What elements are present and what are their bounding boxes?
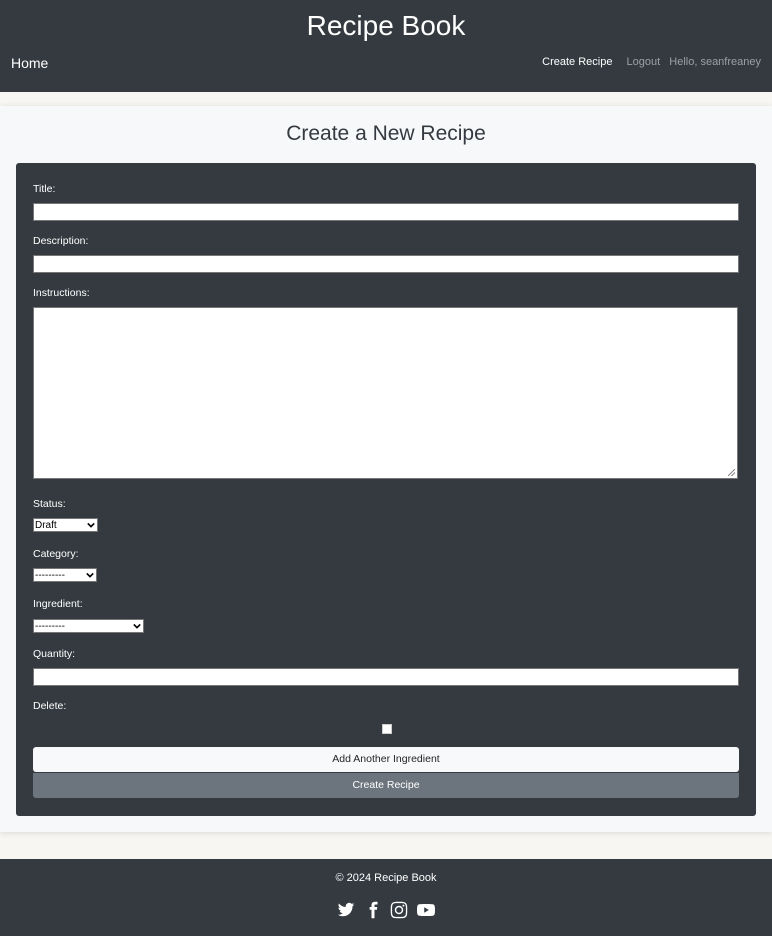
delete-label: Delete: (33, 700, 67, 712)
ingredient-select[interactable]: --------- (33, 619, 144, 633)
chevron-down-icon (86, 572, 94, 578)
ingredient-selected-value: --------- (35, 621, 65, 632)
instructions-label: Instructions: (33, 287, 90, 299)
description-label: Description: (33, 235, 89, 247)
status-label: Status: (33, 498, 66, 510)
chevron-down-icon (133, 623, 141, 629)
navbar: Recipe Book Home Create Recipe Logout He… (0, 0, 772, 92)
twitter-icon[interactable] (337, 901, 355, 919)
nav-logout-link[interactable]: Logout (627, 56, 661, 68)
page-title: Create a New Recipe (286, 122, 486, 145)
instagram-icon[interactable] (390, 901, 408, 919)
status-select[interactable]: Draft (33, 518, 98, 532)
delete-checkbox[interactable] (382, 724, 392, 734)
quantity-label: Quantity: (33, 648, 76, 660)
youtube-icon[interactable] (416, 901, 435, 919)
category-select[interactable]: --------- (33, 568, 97, 582)
site-brand[interactable]: Recipe Book (0, 10, 772, 42)
nav-create-recipe-link[interactable]: Create Recipe (542, 56, 612, 68)
nav-home-link[interactable]: Home (11, 55, 48, 71)
chevron-down-icon (87, 522, 95, 528)
site-footer: © 2024 Recipe Book (0, 859, 772, 936)
category-selected-value: --------- (35, 570, 65, 581)
title-input[interactable] (33, 203, 739, 221)
social-links (0, 901, 772, 919)
category-label: Category: (33, 548, 79, 560)
add-ingredient-button[interactable]: Add Another Ingredient (33, 747, 739, 772)
ingredient-label: Ingredient: (33, 598, 83, 610)
quantity-input[interactable] (33, 668, 739, 686)
resize-handle[interactable] (728, 469, 735, 476)
title-label: Title: (33, 183, 56, 195)
instructions-textarea[interactable] (33, 307, 738, 479)
status-selected-value: Draft (35, 520, 57, 531)
recipe-form: Title: Description: Instructions: Status… (16, 163, 756, 816)
nav-right-group: Create Recipe Logout Hello, seanfreaney (534, 56, 761, 68)
copyright-text: © 2024 Recipe Book (335, 872, 437, 884)
create-recipe-button[interactable]: Create Recipe (33, 773, 739, 798)
create-recipe-card: Create a New Recipe Title: Description: … (0, 106, 772, 832)
facebook-icon[interactable] (364, 901, 382, 919)
description-input[interactable] (33, 255, 739, 273)
user-greeting: Hello, seanfreaney (669, 56, 761, 68)
